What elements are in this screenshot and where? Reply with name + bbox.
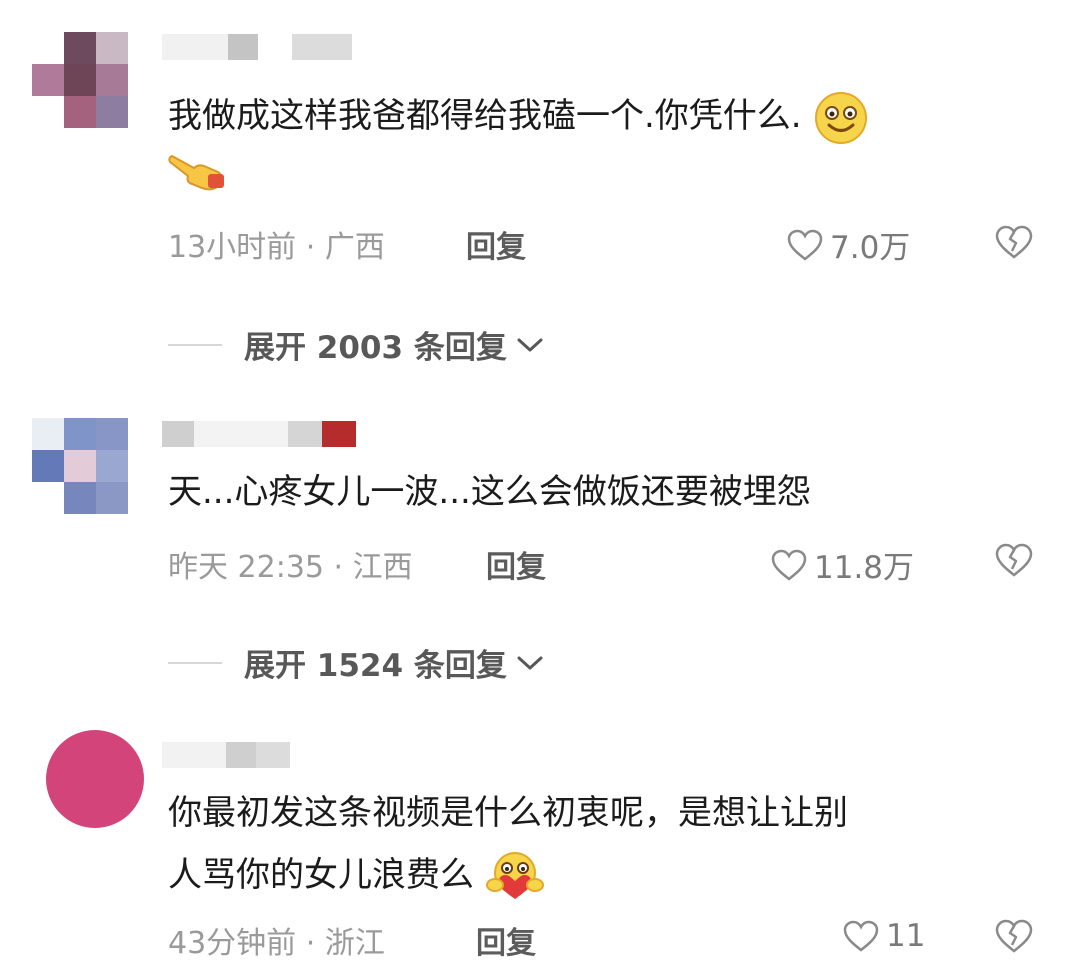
comment-text: 天...心疼女儿一波...这么会做饭还要被埋怨 [168,472,811,512]
heart-outline-icon [843,920,879,952]
comment-time: 43分钟前 [168,926,297,961]
reply-button[interactable]: 回复 [466,222,526,266]
avatar[interactable] [32,418,152,518]
avatar[interactable] [46,730,144,828]
username-blurred[interactable] [162,34,352,60]
username-blurred[interactable] [162,421,356,447]
comment-meta: 13小时前 · 广西 [168,230,385,265]
like-count: 11.8万 [814,550,915,586]
comment-time: 13小时前 [168,230,297,265]
broken-heart-icon[interactable] [994,542,1034,578]
comment-time: 昨天 22:35 [168,550,324,585]
comment-region: 浙江 [324,926,385,961]
smiling-emoji-icon [815,91,868,144]
like-button[interactable]: 11.8万 [770,542,914,587]
comment-meta: 43分钟前 · 浙江 [168,926,385,961]
heart-hug-emoji-icon [485,851,544,899]
comment-text: 我做成这样我爸都得给我磕一个.你凭什么. [168,88,868,145]
comment-text: 你最初发这条视频是什么初衷呢，是想让让别 人骂你的女儿浪费么 [168,782,848,906]
comment-region: 广西 [324,230,385,265]
comment-region: 江西 [352,550,413,585]
like-button[interactable]: 11 [842,918,925,954]
reply-button[interactable]: 回复 [476,918,536,962]
divider [168,343,222,346]
reply-button[interactable]: 回复 [486,542,546,586]
avatar[interactable] [32,32,152,132]
broken-heart-icon[interactable] [994,918,1034,954]
like-button[interactable]: 7.0万 [786,222,910,267]
like-count: 7.0万 [830,230,911,266]
expand-replies-button[interactable]: 展开 1524 条回复 [168,640,545,685]
divider [168,661,222,664]
heart-outline-icon [787,229,823,261]
heart-outline-icon [771,549,807,581]
comment-meta: 昨天 22:35 · 江西 [168,550,413,585]
username-blurred[interactable] [162,742,290,768]
pointing-hand-emoji-icon [168,154,224,191]
broken-heart-icon[interactable] [994,224,1034,260]
chevron-down-icon [517,656,543,669]
expand-replies-button[interactable]: 展开 2003 条回复 [168,322,545,367]
like-count: 11 [886,918,926,954]
chevron-down-icon [517,338,543,351]
